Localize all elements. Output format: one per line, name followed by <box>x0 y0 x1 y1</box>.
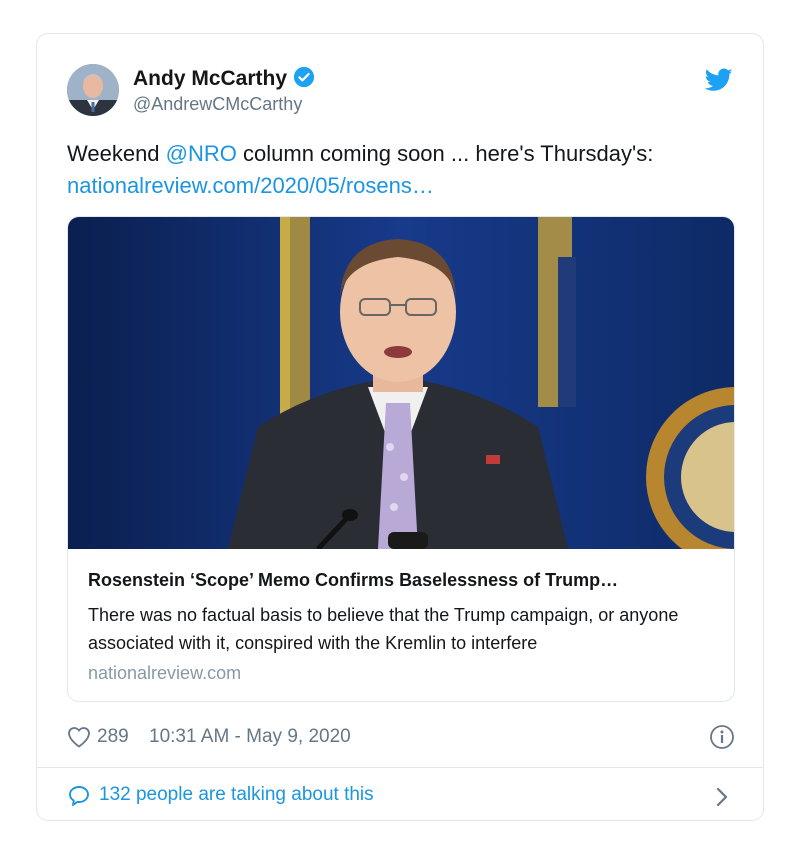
info-icon[interactable] <box>709 724 735 756</box>
link-card-description: There was no factual basis to believe th… <box>88 605 679 653</box>
tweet-meta-row: 289 10:31 AM - May 9, 2020 <box>67 724 735 754</box>
link-preview-card[interactable]: Rosenstein ‘Scope’ Memo Confirms Baseles… <box>67 216 735 702</box>
speech-bubble-icon <box>67 784 91 814</box>
article-image <box>68 217 734 549</box>
verified-badge-icon <box>293 66 315 94</box>
tweet-url-link[interactable]: nationalreview.com/2020/05/rosens… <box>67 173 434 198</box>
author-name[interactable]: Andy McCarthy <box>133 66 315 94</box>
chevron-right-icon[interactable] <box>715 786 729 814</box>
heart-icon[interactable] <box>67 726 91 754</box>
twitter-bird-icon[interactable] <box>704 68 733 97</box>
tweet-text-suffix: column coming soon ... here's Thursday's… <box>236 141 654 166</box>
link-card-title[interactable]: Rosenstein ‘Scope’ Memo Confirms Baseles… <box>88 570 718 591</box>
author-name-text[interactable]: Andy McCarthy <box>133 67 287 90</box>
divider <box>37 767 763 768</box>
link-card-domain: nationalreview.com <box>88 663 242 683</box>
tweet-text: Weekend @NRO column coming soon ... here… <box>67 138 737 202</box>
talking-about-text[interactable]: 132 people are talking about this <box>99 784 374 806</box>
tweet-text-prefix: Weekend <box>67 141 166 166</box>
author-handle[interactable]: @AndrewCMcCarthy <box>133 94 302 115</box>
embedded-tweet-card: Andy McCarthy @AndrewCMcCarthy Weekend @… <box>36 33 764 821</box>
mention-link[interactable]: @NRO <box>166 141 237 166</box>
conversation-link[interactable]: 132 people are talking about this <box>67 782 735 812</box>
like-count[interactable]: 289 <box>97 726 129 748</box>
avatar[interactable] <box>67 64 119 116</box>
tweet-timestamp[interactable]: 10:31 AM - May 9, 2020 <box>149 726 351 748</box>
